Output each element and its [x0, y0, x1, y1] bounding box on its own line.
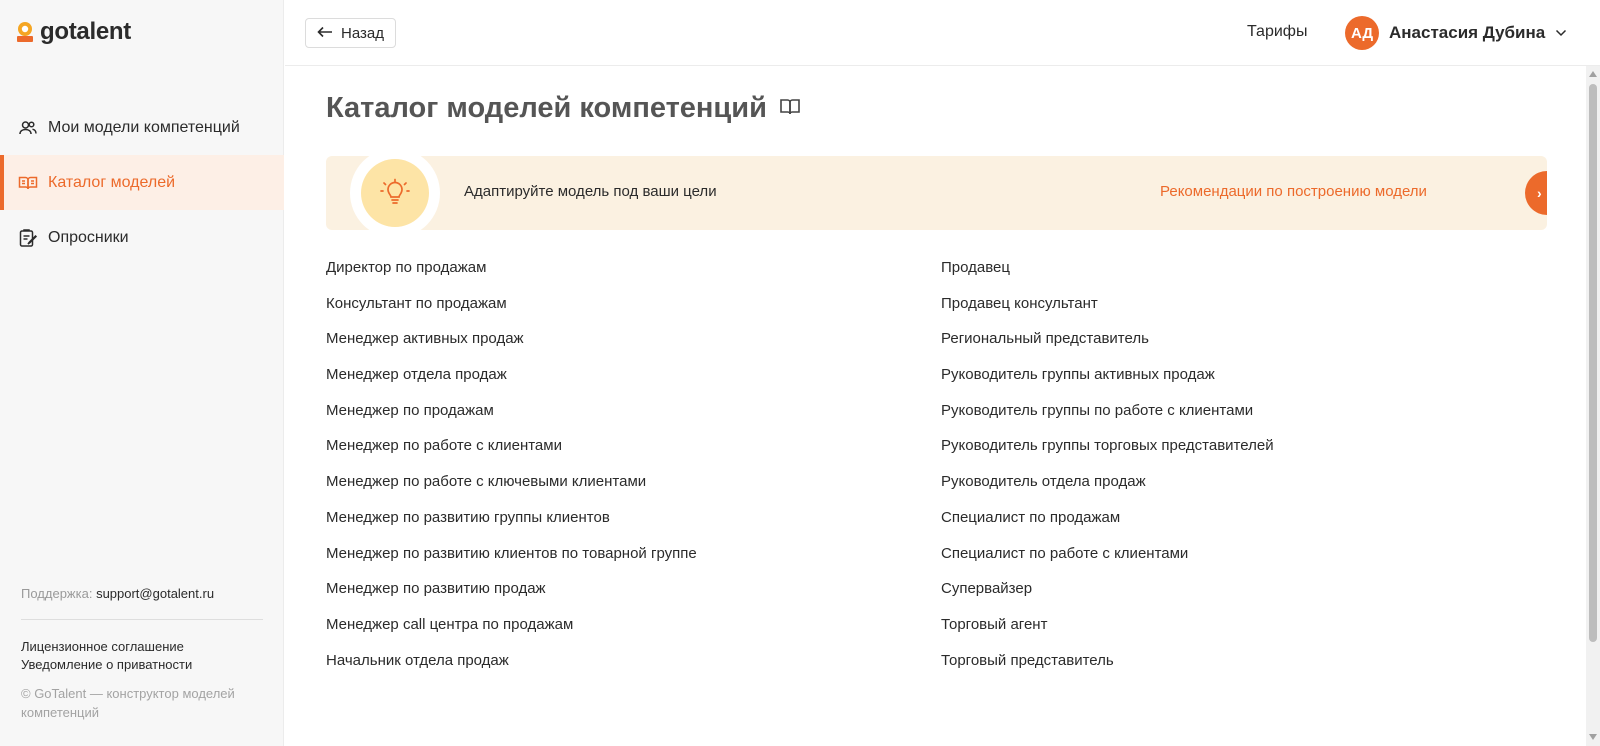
logo[interactable]: gotalent: [16, 18, 131, 46]
model-link[interactable]: Руководитель отдела продаж: [941, 472, 1556, 508]
model-link[interactable]: Начальник отдела продаж: [326, 651, 941, 687]
page-title: Каталог моделей компетенций: [326, 92, 767, 124]
user-name: Анастасия Дубина: [1389, 23, 1546, 42]
model-link[interactable]: Директор по продажам: [326, 258, 941, 294]
chevron-down-icon: [1555, 24, 1567, 42]
model-link[interactable]: Менеджер по развитию продаж: [326, 579, 941, 615]
model-link[interactable]: Менеджер активных продаж: [326, 329, 941, 365]
sidebar-item-my-models[interactable]: Мои модели компетенций: [0, 100, 284, 155]
sidebar-item-label: Опросники: [48, 228, 129, 246]
recommendations-link[interactable]: Рекомендации по построению модели: [1160, 183, 1427, 200]
arrow-left-icon: [317, 25, 333, 42]
banner-arrow-button[interactable]: ›: [1525, 171, 1547, 215]
models-list: Директор по продажам Консультант по прода…: [326, 258, 1556, 686]
banner-text: Адаптируйте модель под ваши цели: [464, 183, 717, 200]
model-link[interactable]: Менеджер call центра по продажам: [326, 615, 941, 651]
support-line: Поддержка: support@gotalent.ru: [21, 586, 263, 601]
scrollbar-thumb[interactable]: [1589, 84, 1597, 642]
model-link[interactable]: Руководитель группы по работе с клиентам…: [941, 401, 1556, 437]
models-column-left: Директор по продажам Консультант по прода…: [326, 258, 941, 686]
sidebar-nav: Мои модели компетенций Каталог моделей О…: [0, 100, 284, 265]
model-link[interactable]: Продавец консультант: [941, 294, 1556, 330]
scroll-up-arrow-icon[interactable]: [1589, 71, 1597, 77]
model-link[interactable]: Региональный представитель: [941, 329, 1556, 365]
license-link[interactable]: Лицензионное соглашение: [21, 638, 263, 656]
tip-banner: Адаптируйте модель под ваши цели Рекомен…: [326, 156, 1547, 230]
model-link[interactable]: Консультант по продажам: [326, 294, 941, 330]
model-link[interactable]: Менеджер по работе с ключевыми клиентами: [326, 472, 941, 508]
back-button-label: Назад: [341, 24, 384, 42]
back-button[interactable]: Назад: [305, 18, 396, 48]
open-book-icon: [18, 173, 38, 193]
sidebar-item-label: Мои модели компетенций: [48, 118, 240, 136]
model-link[interactable]: Руководитель группы активных продаж: [941, 365, 1556, 401]
copyright: © GoTalent — конструктор моделей компете…: [21, 686, 235, 720]
lightbulb-icon: [361, 159, 429, 227]
model-link[interactable]: Менеджер по работе с клиентами: [326, 436, 941, 472]
sidebar-footer: Поддержка: support@gotalent.ru Лицензион…: [21, 586, 263, 722]
model-link[interactable]: Торговый представитель: [941, 651, 1556, 687]
sidebar-item-catalog[interactable]: Каталог моделей: [0, 155, 284, 210]
model-link[interactable]: Менеджер по развитию группы клиентов: [326, 508, 941, 544]
tariffs-link[interactable]: Тарифы: [1247, 23, 1307, 41]
model-link[interactable]: Специалист по работе с клиентами: [941, 544, 1556, 580]
users-icon: [18, 118, 38, 138]
scroll-down-arrow-icon[interactable]: [1589, 734, 1597, 740]
user-menu[interactable]: АД Анастасия Дубина: [1345, 16, 1567, 50]
support-label: Поддержка:: [21, 586, 93, 601]
sidebar-divider: [21, 619, 263, 620]
model-link[interactable]: Менеджер по развитию клиентов по товарно…: [326, 544, 941, 580]
logo-icon: [16, 21, 34, 43]
logo-text: gotalent: [40, 18, 131, 45]
book-icon: [779, 95, 801, 122]
privacy-link[interactable]: Уведомление о приватности: [21, 656, 263, 674]
model-link[interactable]: Руководитель группы торговых представите…: [941, 436, 1556, 472]
sidebar-item-label: Каталог моделей: [48, 173, 176, 191]
models-column-right: Продавец Продавец консультант Региональный…: [941, 258, 1556, 686]
avatar: АД: [1345, 16, 1379, 50]
topbar: Назад Тарифы АД Анастасия Дубина: [285, 0, 1600, 66]
model-link[interactable]: Менеджер по продажам: [326, 401, 941, 437]
scrollbar[interactable]: [1586, 66, 1600, 746]
sidebar: gotalent Мои модели компетенций Каталог …: [0, 0, 284, 746]
model-link[interactable]: Менеджер отдела продаж: [326, 365, 941, 401]
support-email-link[interactable]: support@gotalent.ru: [96, 586, 214, 601]
model-link[interactable]: Продавец: [941, 258, 1556, 294]
model-link[interactable]: Супервайзер: [941, 579, 1556, 615]
model-link[interactable]: Специалист по продажам: [941, 508, 1556, 544]
model-link[interactable]: Торговый агент: [941, 615, 1556, 651]
clipboard-edit-icon: [18, 228, 38, 248]
page-title-row: Каталог моделей компетенций: [326, 92, 801, 125]
sidebar-item-questionnaires[interactable]: Опросники: [0, 210, 284, 265]
main-content: Каталог моделей компетенций Адаптируйте …: [285, 66, 1585, 746]
